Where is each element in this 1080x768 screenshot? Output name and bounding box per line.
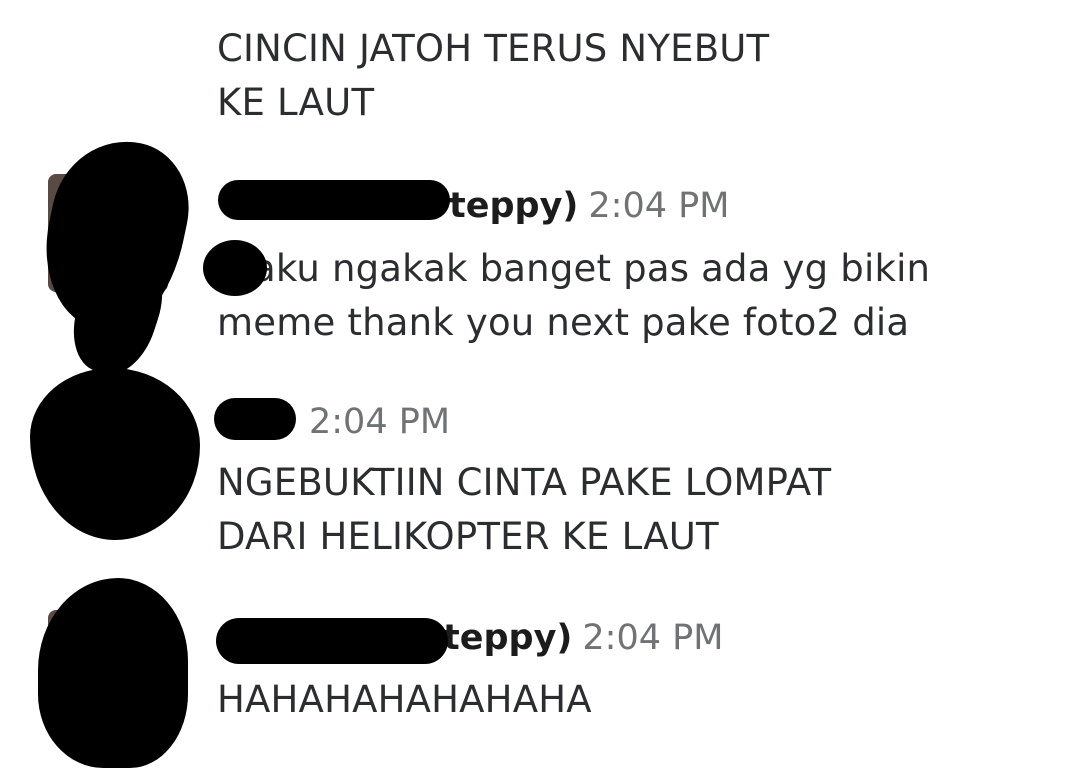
message-timestamp[interactable]: 2:04 PM xyxy=(588,186,729,226)
message-line: NGEBUKTIIN CINTA PAKE LOMPAT xyxy=(217,461,832,504)
sender-name[interactable]: teppy) xyxy=(443,618,572,658)
message-timestamp[interactable]: 2:04 PM xyxy=(309,402,450,442)
message-line: KE LAUT xyxy=(217,81,375,124)
message-text: aku ngakak banget pas ada yg bikin meme … xyxy=(217,242,930,350)
redaction-mark xyxy=(203,240,267,296)
chat-message-list: CINCIN JATOH TERUS NYEBUT KE LAUT teppy)… xyxy=(0,0,1080,768)
message-text: HAHAHAHAHAHAHA xyxy=(217,673,592,727)
redaction-mark xyxy=(38,578,188,768)
message-line: aku ngakak banget pas ada yg bikin xyxy=(253,247,931,290)
message-line: CINCIN JATOH TERUS NYEBUT xyxy=(217,27,770,70)
redaction-mark xyxy=(216,618,448,664)
message-line: HAHAHAHAHAHAHA xyxy=(217,678,592,721)
sender-name[interactable]: teppy) xyxy=(449,186,578,226)
redaction-mark xyxy=(30,368,200,540)
message-line: meme thank you next pake foto2 dia xyxy=(217,301,910,344)
message-line: DARI HELIKOPTER KE LAUT xyxy=(217,515,719,558)
redaction-mark xyxy=(218,180,450,220)
redaction-mark xyxy=(214,398,296,440)
message-text: CINCIN JATOH TERUS NYEBUT KE LAUT xyxy=(217,22,769,130)
message-text: NGEBUKTIIN CINTA PAKE LOMPAT DARI HELIKO… xyxy=(217,456,831,564)
message-timestamp[interactable]: 2:04 PM xyxy=(582,618,723,658)
